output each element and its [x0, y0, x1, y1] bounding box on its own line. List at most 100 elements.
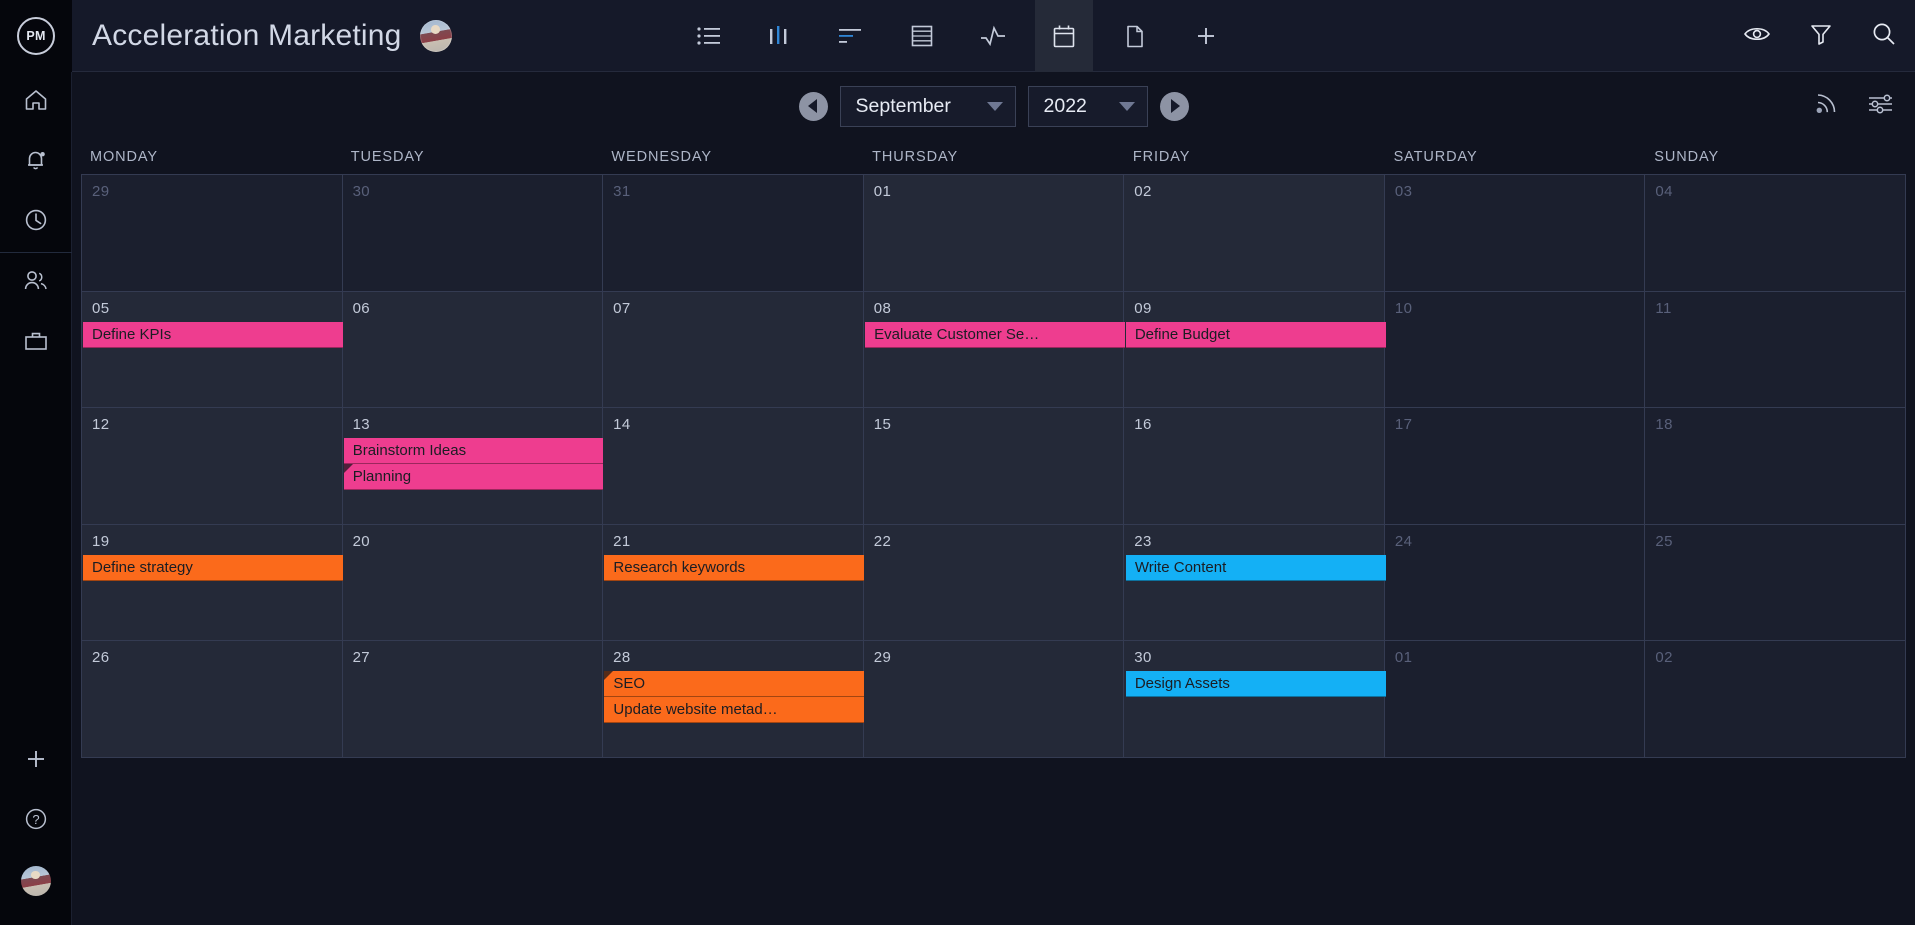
- calendar-day-cell[interactable]: 21: [603, 524, 864, 642]
- calendar-day-cell[interactable]: 18: [1645, 408, 1906, 525]
- calendar-event[interactable]: Brainstorm Ideas: [343, 438, 604, 465]
- calendar-day-cell[interactable]: 30: [342, 175, 604, 292]
- day-number: 30: [352, 183, 371, 200]
- calendar-day-cell[interactable]: 09: [1124, 291, 1385, 409]
- day-number: 05: [92, 299, 110, 317]
- day-header: THURSDAY: [872, 149, 959, 165]
- tab-board-view[interactable]: [751, 0, 809, 72]
- calendar-event[interactable]: Define Budget: [1125, 321, 1386, 348]
- calendar-day-cell[interactable]: 08: [863, 291, 1125, 409]
- calendar-event[interactable]: Define strategy: [83, 554, 343, 581]
- month-select[interactable]: September: [839, 85, 1016, 127]
- day-number: 26: [92, 649, 110, 667]
- day-number: 19: [92, 532, 110, 550]
- briefcase-icon: [23, 329, 49, 358]
- calendar-day-cell[interactable]: 01: [863, 175, 1125, 292]
- day-number: 03: [1394, 183, 1413, 200]
- day-number: 01: [873, 183, 892, 200]
- year-select[interactable]: 2022: [1027, 85, 1148, 127]
- visibility-button[interactable]: [1743, 24, 1771, 49]
- sidebar-item-people[interactable]: [0, 253, 72, 313]
- calendar-event[interactable]: Update website metad…: [604, 697, 865, 724]
- calendar-event[interactable]: Define KPIs: [83, 321, 343, 348]
- calendar-toolbar-actions: [1813, 72, 1895, 140]
- day-header: SATURDAY: [1393, 149, 1478, 165]
- people-icon: [22, 269, 50, 298]
- plus-icon: [25, 748, 47, 775]
- calendar-day-cell[interactable]: 29: [82, 175, 343, 292]
- calendar-event[interactable]: Design Assets: [1125, 671, 1386, 698]
- calendar-day-cell[interactable]: 12: [82, 408, 343, 525]
- calendar-event[interactable]: SEO: [604, 671, 865, 698]
- calendar-event[interactable]: Research keywords: [604, 554, 865, 581]
- calendar-day-cell[interactable]: 04: [1645, 175, 1906, 292]
- sidebar-item-home[interactable]: [0, 72, 72, 132]
- day-number: 13: [352, 416, 371, 434]
- day-header: SUNDAY: [1654, 149, 1720, 165]
- tab-calendar-view[interactable]: [1035, 0, 1093, 72]
- tab-gantt-view[interactable]: [822, 0, 880, 72]
- next-month-button[interactable]: [1159, 91, 1189, 121]
- calendar-event[interactable]: Planning: [343, 464, 604, 491]
- day-number: 20: [352, 532, 371, 550]
- tab-files-view[interactable]: [1106, 0, 1164, 72]
- calendar-day-cell[interactable]: 31: [603, 175, 864, 292]
- day-number: 30: [1134, 649, 1152, 667]
- calendar-day-cell[interactable]: 01: [1384, 641, 1646, 758]
- calendar-day-cell[interactable]: 23: [1124, 524, 1385, 642]
- prev-month-button[interactable]: [798, 91, 828, 121]
- app-logo[interactable]: PM: [0, 0, 72, 72]
- document-icon: [1124, 24, 1146, 49]
- chevron-down-icon: [1118, 101, 1135, 111]
- chevron-right-icon: [1170, 99, 1180, 113]
- calendar-day-cell[interactable]: 16: [1124, 408, 1385, 525]
- calendar-day-cell[interactable]: 05: [82, 291, 343, 409]
- feed-button[interactable]: [1813, 91, 1839, 122]
- sidebar-item-add[interactable]: [0, 731, 72, 791]
- calendar-grid: 29 30 31 01 02 03 04 05 06 07 08 09 10 11 12 13 14 15 16 17…: [81, 174, 1906, 758]
- tab-workload-view[interactable]: [964, 0, 1022, 72]
- day-number: 12: [92, 416, 110, 434]
- tab-list-view[interactable]: [680, 0, 738, 72]
- calendar-day-cell[interactable]: 10: [1384, 291, 1646, 409]
- top-bar: PM Acceleration Marketing: [0, 0, 1915, 72]
- calendar-day-cell[interactable]: 20: [342, 524, 604, 642]
- calendar-day-cell[interactable]: 30: [1124, 641, 1385, 758]
- calendar-event-label: Define strategy: [92, 558, 193, 576]
- sidebar-item-notifications[interactable]: [0, 132, 72, 192]
- calendar-day-cell[interactable]: 14: [603, 408, 864, 525]
- calendar-day-cell[interactable]: 25: [1645, 524, 1906, 642]
- calendar-day-cell[interactable]: 22: [863, 524, 1125, 642]
- day-number: 04: [1655, 183, 1673, 200]
- calendar-day-cell[interactable]: 03: [1384, 175, 1646, 292]
- calendar-event[interactable]: Write Content: [1125, 554, 1386, 581]
- sidebar-item-help[interactable]: ?: [0, 791, 72, 851]
- day-header: WEDNESDAY: [611, 149, 712, 165]
- search-button[interactable]: [1871, 21, 1897, 52]
- tab-sheet-view[interactable]: [893, 0, 951, 72]
- calendar-event-label: Define Budget: [1134, 325, 1230, 343]
- left-sidebar: ?: [0, 72, 72, 925]
- calendar-day-cell[interactable]: 06: [342, 291, 604, 409]
- calendar-event[interactable]: Evaluate Customer Se…: [865, 321, 1125, 348]
- filter-button[interactable]: [1809, 22, 1833, 51]
- project-owner-avatar[interactable]: [419, 19, 452, 52]
- sidebar-item-timesheets[interactable]: [0, 192, 72, 252]
- sidebar-item-portfolio[interactable]: [0, 313, 72, 373]
- calendar-day-cell[interactable]: 17: [1384, 408, 1646, 525]
- calendar-day-cell[interactable]: 24: [1384, 524, 1646, 642]
- calendar-day-cell[interactable]: 19: [82, 524, 343, 642]
- display-settings-button[interactable]: [1867, 92, 1895, 121]
- calendar-day-cell[interactable]: 15: [863, 408, 1125, 525]
- calendar-day-cell[interactable]: 02: [1645, 641, 1906, 758]
- calendar-day-cell[interactable]: 07: [603, 291, 864, 409]
- calendar-day-cell[interactable]: 27: [342, 641, 604, 758]
- calendar-day-cell[interactable]: 02: [1124, 175, 1385, 292]
- sidebar-item-account[interactable]: [0, 851, 72, 911]
- day-number: 16: [1134, 416, 1152, 434]
- calendar-day-cell[interactable]: 26: [82, 641, 343, 758]
- day-number: 15: [873, 416, 892, 434]
- calendar-day-cell[interactable]: 29: [863, 641, 1125, 758]
- tab-add-view[interactable]: [1177, 0, 1235, 72]
- calendar-day-cell[interactable]: 11: [1645, 291, 1906, 409]
